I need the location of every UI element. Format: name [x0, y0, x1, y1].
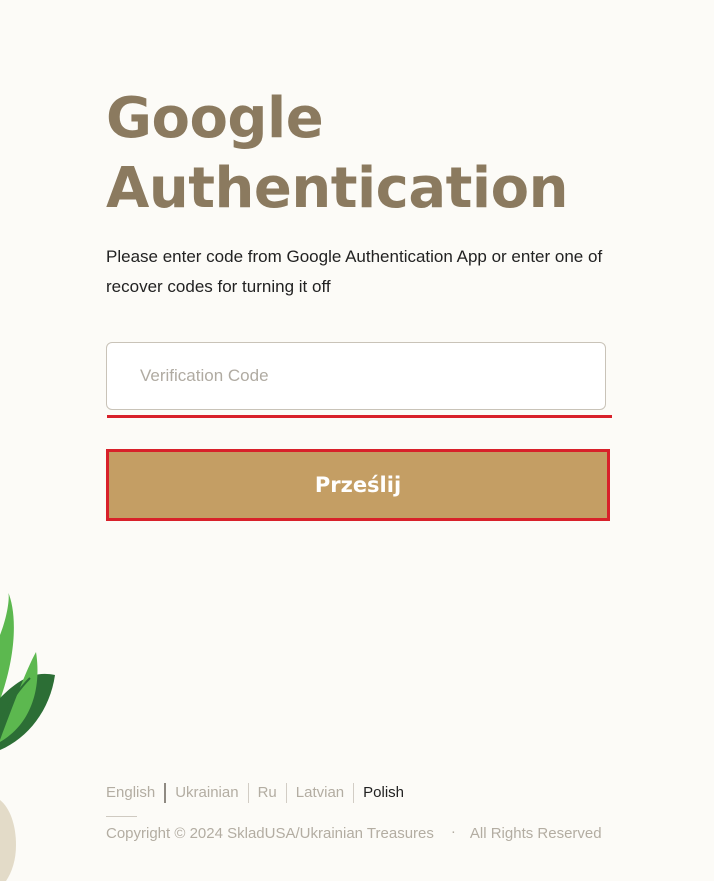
language-english[interactable]: English — [106, 783, 164, 803]
language-latvian[interactable]: Latvian — [285, 783, 353, 803]
footer-separator: · — [450, 823, 456, 840]
copyright-text: Copyright © 2024 SkladUSA/Ukrainian Trea… — [106, 825, 434, 842]
submit-button[interactable]: Prześlij — [106, 449, 610, 521]
rights-text: All Rights Reserved — [469, 825, 602, 842]
footer-divider — [106, 816, 137, 817]
page-title: Google Authentication — [106, 86, 568, 221]
language-ukrainian[interactable]: Ukrainian — [164, 783, 247, 803]
leaf-decoration-icon — [0, 592, 55, 750]
language-switcher: English Ukrainian Ru Latvian Polish — [106, 783, 413, 803]
language-polish[interactable]: Polish — [353, 783, 413, 803]
language-ru[interactable]: Ru — [247, 783, 286, 803]
footer-copyright: Copyright © 2024 SkladUSA/Ukrainian Trea… — [106, 823, 602, 842]
page-description: Please enter code from Google Authentica… — [106, 247, 603, 296]
decorative-blob — [0, 800, 16, 881]
verification-code-input[interactable] — [106, 342, 606, 410]
input-error-underline — [107, 415, 612, 418]
